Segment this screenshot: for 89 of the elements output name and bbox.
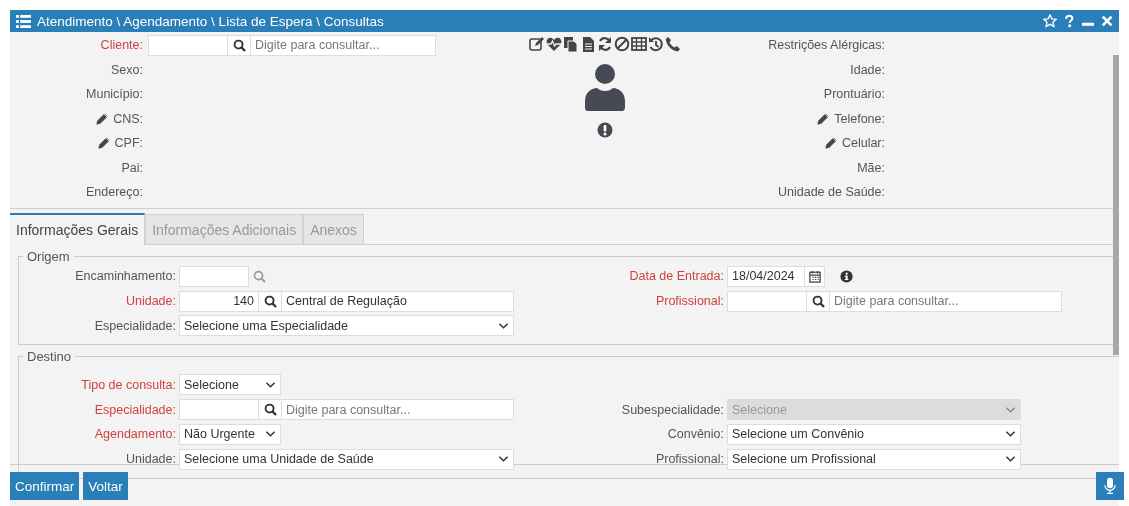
chevron-icon xyxy=(265,380,276,389)
search-icon xyxy=(811,294,825,308)
field-label: Data de Entrada: xyxy=(628,269,724,284)
search-field[interactable]: Digite para consultar... xyxy=(281,399,514,421)
input-field[interactable] xyxy=(179,265,249,287)
list-icon xyxy=(16,14,31,28)
search-button[interactable] xyxy=(259,290,281,312)
pencil-icon[interactable] xyxy=(824,137,837,150)
search-button[interactable] xyxy=(807,290,829,312)
field-label: Endereço: xyxy=(86,185,143,200)
field-label: Sexo: xyxy=(111,62,143,77)
search-field[interactable]: Central de Regulação xyxy=(281,290,514,312)
heartbeat-icon[interactable] xyxy=(546,35,562,52)
code-field[interactable] xyxy=(148,34,228,56)
field-label: Unidade de Saúde: xyxy=(777,185,885,200)
close-icon[interactable] xyxy=(1100,14,1113,28)
field-label: Tipo de consulta: xyxy=(80,377,176,392)
scrollbar[interactable] xyxy=(1113,55,1119,355)
action-button[interactable]: Confirmar xyxy=(10,472,80,500)
chevron-icon xyxy=(1005,430,1016,439)
chevron-icon xyxy=(498,455,509,464)
table-icon[interactable] xyxy=(631,35,647,52)
search-icon xyxy=(232,38,246,52)
pencil-icon[interactable] xyxy=(97,137,110,150)
search-field[interactable]: Digite para consultar... xyxy=(829,290,1062,312)
select-field[interactable]: Selecione um Profissional xyxy=(727,448,1021,470)
section-legend: Origem xyxy=(23,249,74,264)
field-label: Unidade: xyxy=(124,294,176,309)
search-button[interactable] xyxy=(228,34,250,56)
field-label: Profissional: xyxy=(654,294,724,309)
field-label: Convênio: xyxy=(666,427,724,442)
edit-icon[interactable] xyxy=(529,35,545,52)
field-label: Prontuário: xyxy=(823,87,885,102)
help-icon[interactable] xyxy=(1064,14,1075,28)
pencil-icon[interactable] xyxy=(96,112,109,125)
search-icon[interactable] xyxy=(253,269,266,283)
field-label: Idade: xyxy=(850,62,885,77)
ban-icon[interactable] xyxy=(614,35,630,52)
pencil-icon[interactable] xyxy=(817,112,830,125)
refresh-icon[interactable] xyxy=(597,35,613,52)
chevron-icon xyxy=(1005,455,1016,464)
copy-icon[interactable] xyxy=(563,35,579,52)
select-field[interactable]: Selecione xyxy=(179,374,281,396)
field-label: Celular: xyxy=(841,136,885,151)
search-icon xyxy=(263,294,277,308)
calendar-icon xyxy=(808,269,821,283)
alert-icon[interactable] xyxy=(597,122,613,138)
phone-icon[interactable] xyxy=(665,35,681,52)
field-label: Município: xyxy=(86,87,143,102)
chevron-icon xyxy=(265,430,276,439)
info-icon[interactable] xyxy=(840,269,853,283)
action-button[interactable]: Voltar xyxy=(83,472,128,500)
document-icon[interactable] xyxy=(580,35,596,52)
field-label: Agendamento: xyxy=(93,427,176,442)
chevron-icon xyxy=(498,322,509,330)
window-title: Atendimento \ Agendamento \ Lista de Espera \ Consultas xyxy=(37,13,384,29)
microphone-button[interactable] xyxy=(1096,472,1124,500)
field-label: CNS: xyxy=(113,111,143,126)
field-label: Especialidade: xyxy=(93,402,176,417)
select-field[interactable]: Selecione um Convênio xyxy=(727,423,1021,445)
field-label: Profissional: xyxy=(654,452,724,467)
calendar-button[interactable] xyxy=(805,265,825,287)
history-icon[interactable] xyxy=(648,35,664,52)
field-label: Subespecialidade: xyxy=(620,402,724,417)
field-label: CPF: xyxy=(114,136,143,151)
search-button[interactable] xyxy=(259,399,281,421)
select-field[interactable]: Selecione uma Unidade de Saúde xyxy=(179,448,514,470)
search-field[interactable]: Digite para consultar... xyxy=(250,34,436,56)
field-label: Mãe: xyxy=(857,160,885,175)
search-icon xyxy=(263,403,277,417)
field-label: Telefone: xyxy=(834,111,885,126)
field-label: Restrições Alérgicas: xyxy=(768,38,885,53)
field-label: Encaminhamento: xyxy=(74,269,176,284)
select-field[interactable]: Selecione uma Especialidade xyxy=(179,315,514,337)
field-label: Especialidade: xyxy=(93,319,176,333)
code-field[interactable] xyxy=(727,290,807,312)
select-field[interactable]: Não Urgente xyxy=(179,423,281,445)
field-label: Cliente: xyxy=(99,38,143,53)
tab[interactable]: Informações Gerais xyxy=(10,213,146,245)
section-legend: Destino xyxy=(23,349,76,365)
code-field[interactable]: 140 xyxy=(179,290,259,312)
field-label: Pai: xyxy=(121,160,143,175)
avatar-icon xyxy=(585,63,625,111)
field-label: Unidade: xyxy=(124,452,176,467)
microphone-icon xyxy=(1104,477,1116,495)
code-field[interactable] xyxy=(179,399,259,421)
chevron-icon xyxy=(1005,405,1016,414)
date-field[interactable]: 18/04/2024 xyxy=(727,265,805,287)
star-icon[interactable] xyxy=(1043,14,1057,28)
